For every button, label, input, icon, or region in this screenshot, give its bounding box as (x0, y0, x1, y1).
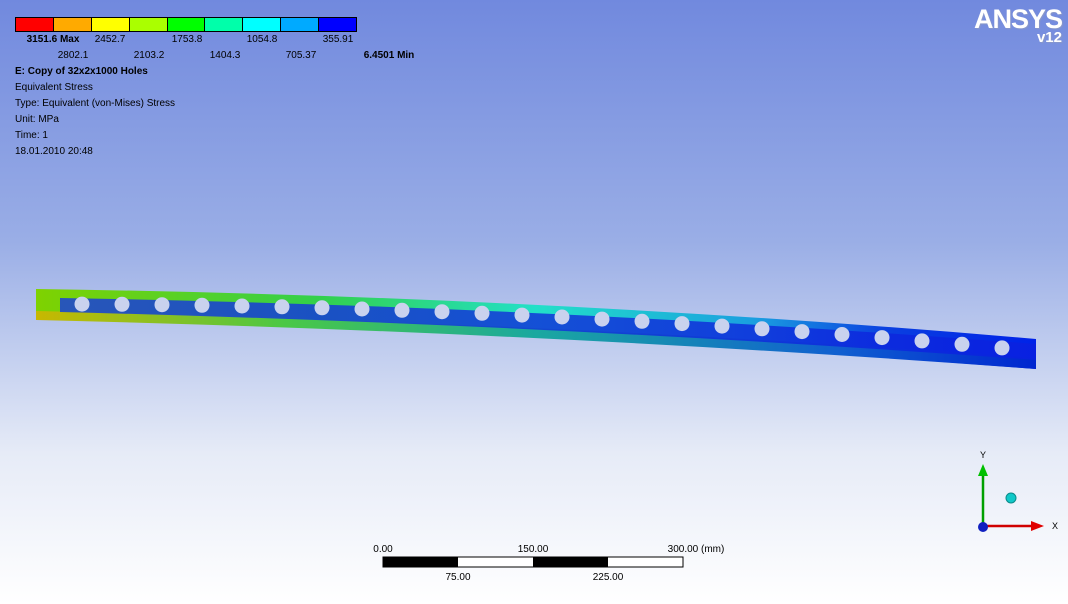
beam-hole (954, 336, 970, 352)
beam-hole (674, 316, 690, 332)
y-arrow-head (978, 464, 988, 476)
beam-hole (834, 327, 850, 342)
beam-hole (194, 297, 210, 313)
beam-hole (434, 304, 450, 320)
beam-hole (994, 340, 1010, 356)
scale-bar (382, 556, 684, 568)
model-viewport[interactable]: Y X (0, 0, 1068, 604)
beam-hole (754, 321, 770, 337)
beam-hole (714, 318, 730, 334)
beam-hole (874, 330, 890, 346)
scale-label: 150.00 (517, 544, 549, 555)
beam-hole (354, 301, 370, 317)
beam-hole (634, 313, 650, 329)
triad-y-label: Y (980, 450, 986, 460)
beam-hole (554, 309, 570, 325)
z-axis-dot (978, 522, 988, 532)
beam-hole (314, 300, 330, 316)
beam-model[interactable] (36, 289, 1036, 369)
beam-hole (914, 333, 930, 349)
scale-label: 0.00 (373, 544, 393, 555)
beam-hole (514, 307, 530, 323)
scale-segment (533, 557, 608, 567)
x-arrow-head (1031, 521, 1044, 531)
beam-hole (274, 299, 290, 315)
scale-label: 300.00 (mm) (667, 544, 725, 555)
scale-label: 225.00 (592, 572, 624, 583)
beam-hole (594, 311, 610, 327)
beam-hole (114, 296, 130, 312)
isometric-ball[interactable] (1005, 492, 1017, 504)
scale-label: 75.00 (445, 572, 471, 583)
beam-hole (154, 297, 170, 313)
beam-hole (794, 324, 810, 340)
coordinate-triad[interactable]: Y X (978, 450, 1058, 532)
beam-hole (474, 305, 490, 321)
triad-x-label: X (1052, 521, 1058, 531)
beam-hole (74, 296, 90, 312)
beam-hole (234, 298, 250, 314)
beam-hole (394, 302, 410, 318)
scale-segment (383, 557, 458, 567)
